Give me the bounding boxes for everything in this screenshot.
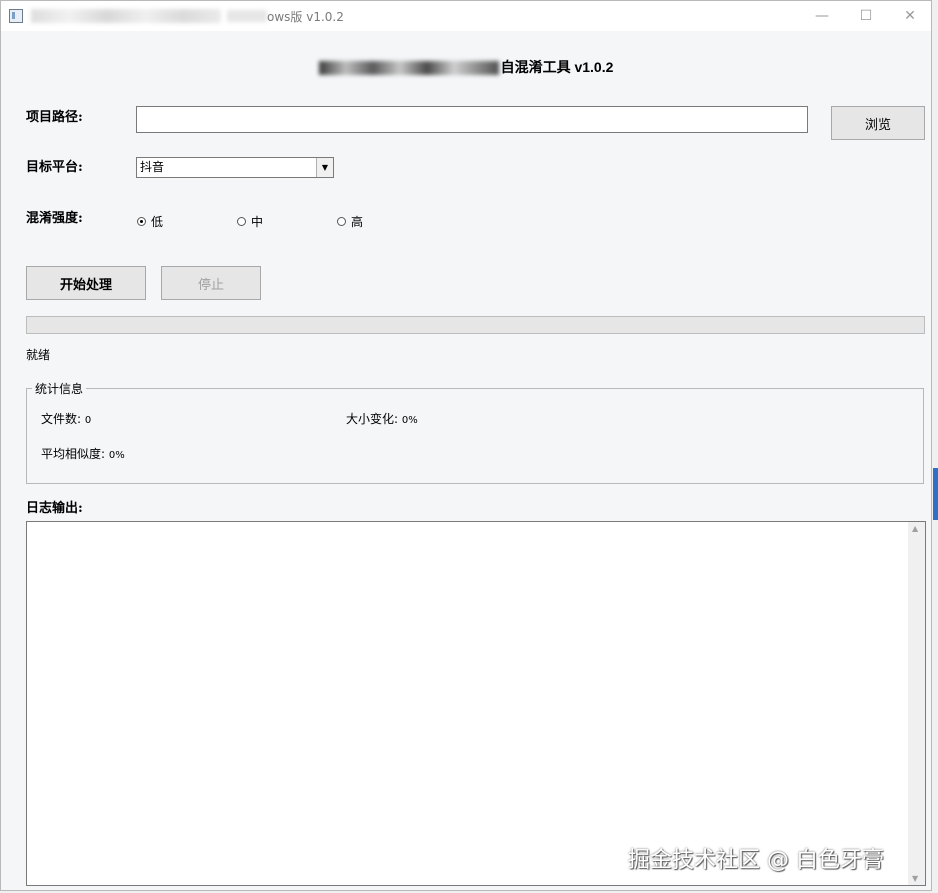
- dropdown-arrow-icon[interactable]: ▼: [316, 158, 333, 177]
- strength-radio-high[interactable]: 高: [337, 213, 363, 230]
- size-change-label: 大小变化:: [346, 412, 399, 426]
- strength-medium-label: 中: [251, 215, 264, 229]
- file-count-label: 文件数:: [41, 412, 82, 426]
- log-scrollbar[interactable]: ▲ ▼: [908, 522, 925, 885]
- log-output[interactable]: ▲ ▼: [26, 521, 926, 886]
- redacted-title-area: [31, 9, 221, 23]
- platform-label: 目标平台:: [26, 160, 83, 175]
- radio-checked-icon[interactable]: [137, 217, 146, 226]
- scroll-up-icon[interactable]: ▲: [912, 524, 918, 533]
- redacted-title-area-2: [227, 10, 267, 22]
- avg-similarity-label: 平均相似度:: [41, 447, 106, 461]
- stop-button[interactable]: 停止: [161, 266, 261, 300]
- title-bar[interactable]: ows版 v1.0.2 — ☐ ✕: [1, 1, 931, 31]
- size-change-value: 0%: [401, 415, 418, 426]
- radio-unchecked-icon[interactable]: [237, 217, 246, 226]
- close-button[interactable]: ✕: [887, 1, 933, 31]
- app-header: 自混淆工具 v1.0.2: [1, 57, 931, 77]
- avg-similarity-value: 0%: [108, 450, 125, 461]
- background-window-edge: [933, 468, 938, 520]
- radio-unchecked-icon[interactable]: [337, 217, 346, 226]
- strength-radio-low[interactable]: 低: [137, 213, 163, 230]
- stats-legend: 统计信息: [32, 380, 87, 397]
- redacted-header-area: [318, 61, 499, 76]
- avg-similarity-stat: 平均相似度: 0%: [41, 445, 125, 462]
- strength-radio-medium[interactable]: 中: [237, 213, 263, 230]
- progress-bar: [26, 316, 925, 334]
- watermark: 掘金技术社区 @ 白色牙膏: [628, 848, 884, 873]
- browse-button[interactable]: 浏览: [831, 106, 925, 140]
- maximize-button[interactable]: ☐: [843, 1, 889, 31]
- strength-low-label: 低: [151, 215, 164, 229]
- strength-high-label: 高: [351, 215, 364, 229]
- size-change-stat: 大小变化: 0%: [346, 410, 418, 427]
- status-text: 就绪: [26, 348, 51, 362]
- file-count-stat: 文件数: 0: [41, 410, 91, 427]
- minimize-button[interactable]: —: [799, 1, 845, 31]
- scroll-down-icon[interactable]: ▼: [912, 874, 918, 883]
- project-path-input[interactable]: [136, 106, 808, 133]
- start-button[interactable]: 开始处理: [26, 266, 146, 300]
- platform-selected-value: 抖音: [140, 160, 165, 174]
- stats-group: [26, 388, 924, 484]
- main-window: ows版 v1.0.2 — ☐ ✕ 自混淆工具 v1.0.2 项目路径: 浏览 …: [0, 0, 932, 891]
- app-icon: [9, 9, 23, 23]
- window-title: ows版 v1.0.2: [267, 10, 344, 24]
- app-heading: 自混淆工具 v1.0.2: [500, 59, 614, 75]
- platform-select[interactable]: 抖音 ▼: [136, 157, 334, 178]
- project-path-label: 项目路径:: [26, 110, 83, 125]
- file-count-value: 0: [84, 415, 92, 426]
- log-label: 日志输出:: [26, 501, 83, 516]
- strength-label: 混淆强度:: [26, 211, 83, 226]
